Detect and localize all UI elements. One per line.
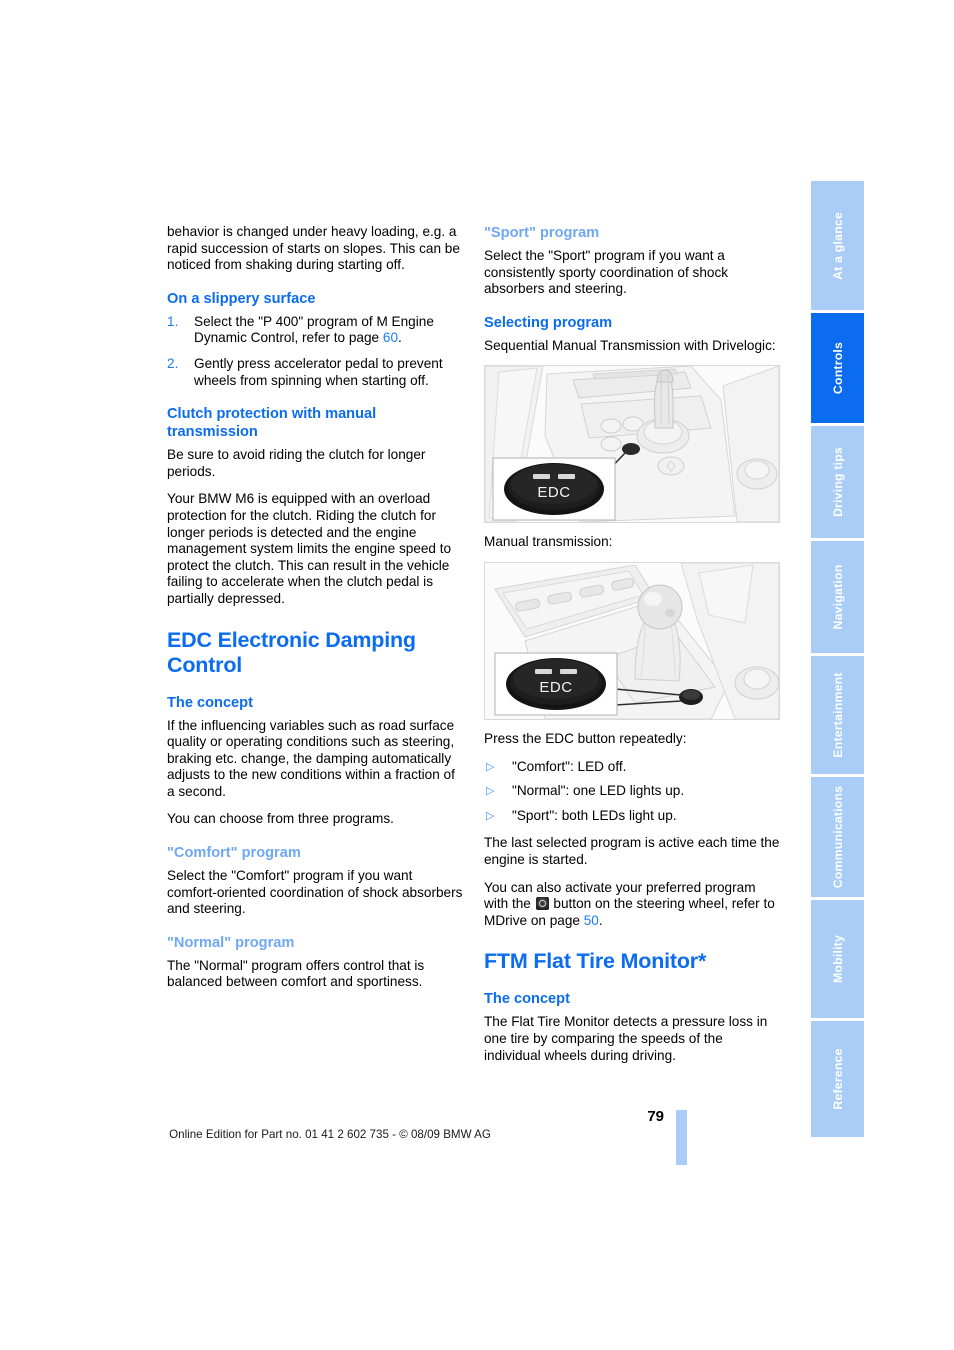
heading-clutch-protection: Clutch protection with manual transmissi… [167, 406, 377, 441]
tab-label: Navigation [830, 564, 845, 630]
press-edc-instruction: Press the EDC button repeatedly: [484, 730, 687, 746]
heading-ftm-the-concept: The concept [484, 991, 570, 1008]
intro-paragraph: behavior is changed under heavy loading,… [167, 224, 460, 273]
list-item: Gently press accelerator pedal to preven… [167, 355, 443, 388]
tab-label: Driving tips [830, 446, 845, 518]
manual-page: behavior is changed under heavy loading,… [0, 0, 954, 1350]
tab-label: Entertainment [830, 672, 845, 758]
tab-label: Communications [830, 785, 845, 889]
tab-at-a-glance[interactable]: At a glance [811, 181, 864, 310]
page-number: 79 [647, 1108, 664, 1125]
list-item: Select the "P 400" program of M Engine D… [167, 314, 463, 347]
heading-edc-electronic-damping-control: EDC Electronic Damping Control [167, 627, 416, 677]
edc-button-inset: EDC [492, 457, 616, 521]
mdrive-button-icon [535, 897, 549, 911]
tab-controls[interactable]: Controls [811, 313, 864, 423]
heading-selecting-program: Selecting program [484, 314, 613, 331]
tab-communications[interactable]: Communications [811, 777, 864, 897]
tab-driving-tips[interactable]: Driving tips [811, 426, 864, 538]
tab-reference[interactable]: Reference [811, 1021, 864, 1137]
footer-edition-note: Online Edition for Part no. 01 41 2 602 … [169, 1128, 491, 1141]
heading-on-a-slippery-surface: On a slippery surface [167, 290, 316, 307]
tab-entertainment[interactable]: Entertainment [811, 656, 864, 774]
heading-ftm-flat-tire-monitor: FTM Flat Tire Monitor* [484, 949, 707, 974]
mdrive-text-post: . [598, 912, 603, 928]
clutch-paragraph-1: Be sure to avoid riding the clutch for l… [167, 447, 426, 479]
list-item: "Sport": both LEDs light up. [484, 808, 780, 825]
figure-smg-console: EDC [484, 365, 780, 524]
list-item: "Normal": one LED lights up. [484, 783, 780, 800]
heading-edc-the-concept: The concept [167, 694, 253, 711]
edc-concept-paragraph-2: You can choose from three programs. [167, 811, 394, 827]
tab-label: Reference [830, 1048, 845, 1110]
edc-program-bullets: "Comfort": LED off. "Normal": one LED li… [484, 759, 780, 825]
caption-smg: Sequential Manual Transmission with Driv… [484, 337, 776, 353]
tab-label: At a glance [830, 211, 845, 280]
right-column: "Sport" program Select the "Sport" progr… [484, 224, 780, 1075]
footer-accent-bar [676, 1110, 687, 1165]
comfort-program-paragraph: Select the "Comfort" program if you want… [167, 868, 463, 917]
mdrive-paragraph: You can also activate your preferred pro… [484, 880, 780, 930]
last-selected-program-paragraph: The last selected program is active each… [484, 835, 780, 867]
svg-text:EDC: EDC [537, 484, 570, 501]
left-column: behavior is changed under heavy loading,… [167, 224, 463, 1002]
chapter-tab-rail: At a glance Controls Driving tips Naviga… [811, 181, 864, 1140]
tab-mobility[interactable]: Mobility [811, 900, 864, 1018]
page-reference-link[interactable]: 50 [584, 913, 599, 928]
tab-navigation[interactable]: Navigation [811, 541, 864, 653]
tab-label: Controls [830, 341, 845, 395]
clutch-paragraph-2: Your BMW M6 is equipped with an overload… [167, 491, 452, 606]
page-reference-link[interactable]: 60 [383, 330, 398, 345]
svg-text:EDC: EDC [539, 679, 572, 696]
heading-comfort-program: "Comfort" program [167, 845, 301, 862]
edc-concept-paragraph-1: If the influencing variables such as roa… [167, 717, 455, 799]
manual-console-illustration: EDC [485, 562, 779, 719]
slippery-steps-list: Select the "P 400" program of M Engine D… [167, 314, 463, 389]
heading-normal-program: "Normal" program [167, 934, 295, 951]
step-1-text-post: . [398, 330, 402, 346]
ftm-concept-paragraph: The Flat Tire Monitor detects a pressure… [484, 1014, 768, 1063]
sport-program-paragraph: Select the "Sport" program if you want a… [484, 248, 729, 297]
smg-console-illustration: EDC [485, 366, 779, 523]
heading-sport-program: "Sport" program [484, 225, 600, 241]
tab-label: Mobility [830, 934, 845, 984]
edc-button-inset: EDC [494, 652, 618, 716]
list-item: "Comfort": LED off. [484, 759, 780, 776]
normal-program-paragraph: The "Normal" program offers control that… [167, 957, 425, 990]
caption-manual: Manual transmission: [484, 534, 613, 550]
figure-manual-console: EDC [484, 561, 780, 720]
